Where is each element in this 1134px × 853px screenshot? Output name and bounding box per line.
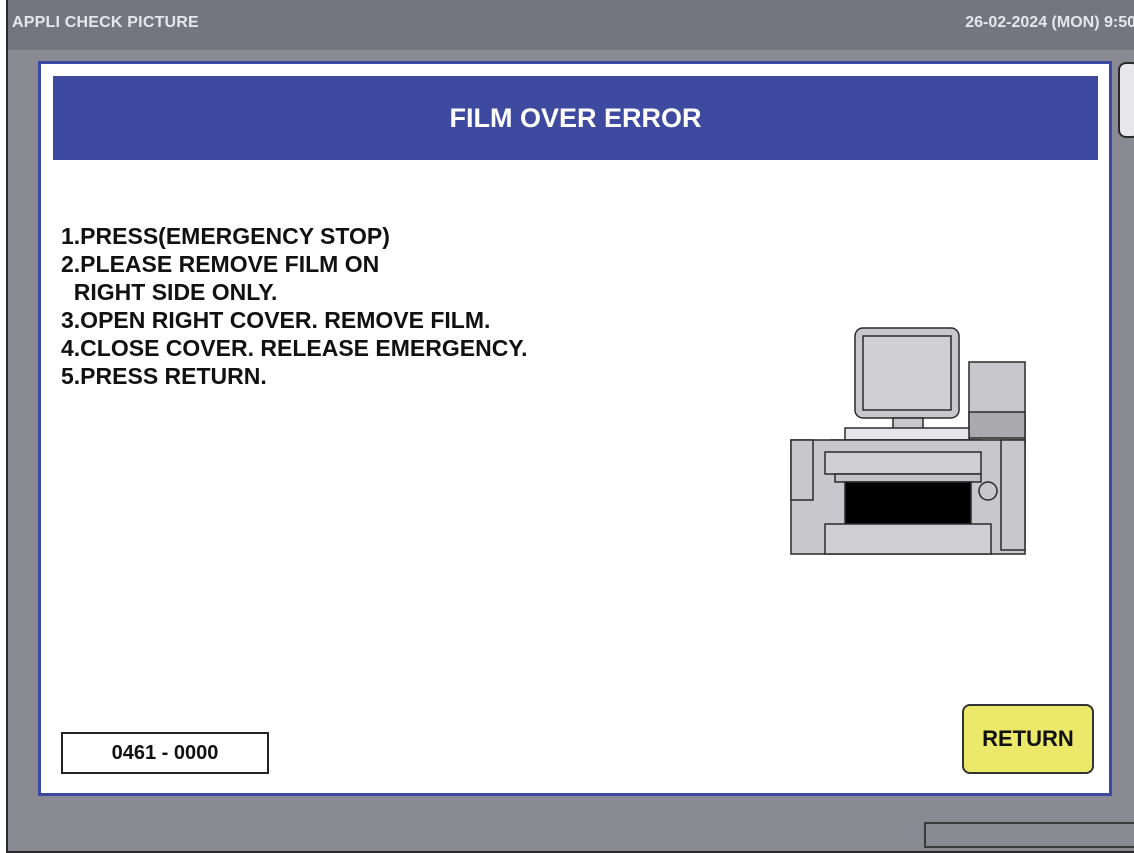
datetime-display: 26-02-2024 (MON) 9:50 <box>965 14 1134 31</box>
instruction-line: 5.PRESS RETURN. <box>61 363 267 389</box>
instruction-line: 1.PRESS(EMERGENCY STOP) <box>61 223 390 249</box>
machine-screen: APPLI CHECK PICTURE 26-02-2024 (MON) 9:5… <box>6 0 1134 853</box>
instruction-line: RIGHT SIDE ONLY. <box>61 279 278 305</box>
instruction-list: 1.PRESS(EMERGENCY STOP) 2.PLEASE REMOVE … <box>61 222 527 390</box>
return-button[interactable]: RETURN <box>962 704 1094 774</box>
error-dialog: FILM OVER ERROR 1.PRESS(EMERGENCY STOP) … <box>38 61 1112 796</box>
wrapping-machine-icon <box>790 327 1026 555</box>
app-title: APPLI CHECK PICTURE <box>12 14 199 31</box>
instruction-line: 3.OPEN RIGHT COVER. REMOVE FILM. <box>61 307 491 333</box>
title-bar: APPLI CHECK PICTURE 26-02-2024 (MON) 9:5… <box>8 0 1134 50</box>
instruction-line: 2.PLEASE REMOVE FILM ON <box>61 251 380 277</box>
error-code-box: 0461 - 0000 <box>61 732 269 774</box>
status-bar-slot <box>924 822 1134 848</box>
side-tab-handle[interactable] <box>1118 62 1134 138</box>
instruction-line: 4.CLOSE COVER. RELEASE EMERGENCY. <box>61 335 528 361</box>
dialog-title: FILM OVER ERROR <box>449 102 702 133</box>
dialog-header: FILM OVER ERROR <box>53 76 1098 160</box>
